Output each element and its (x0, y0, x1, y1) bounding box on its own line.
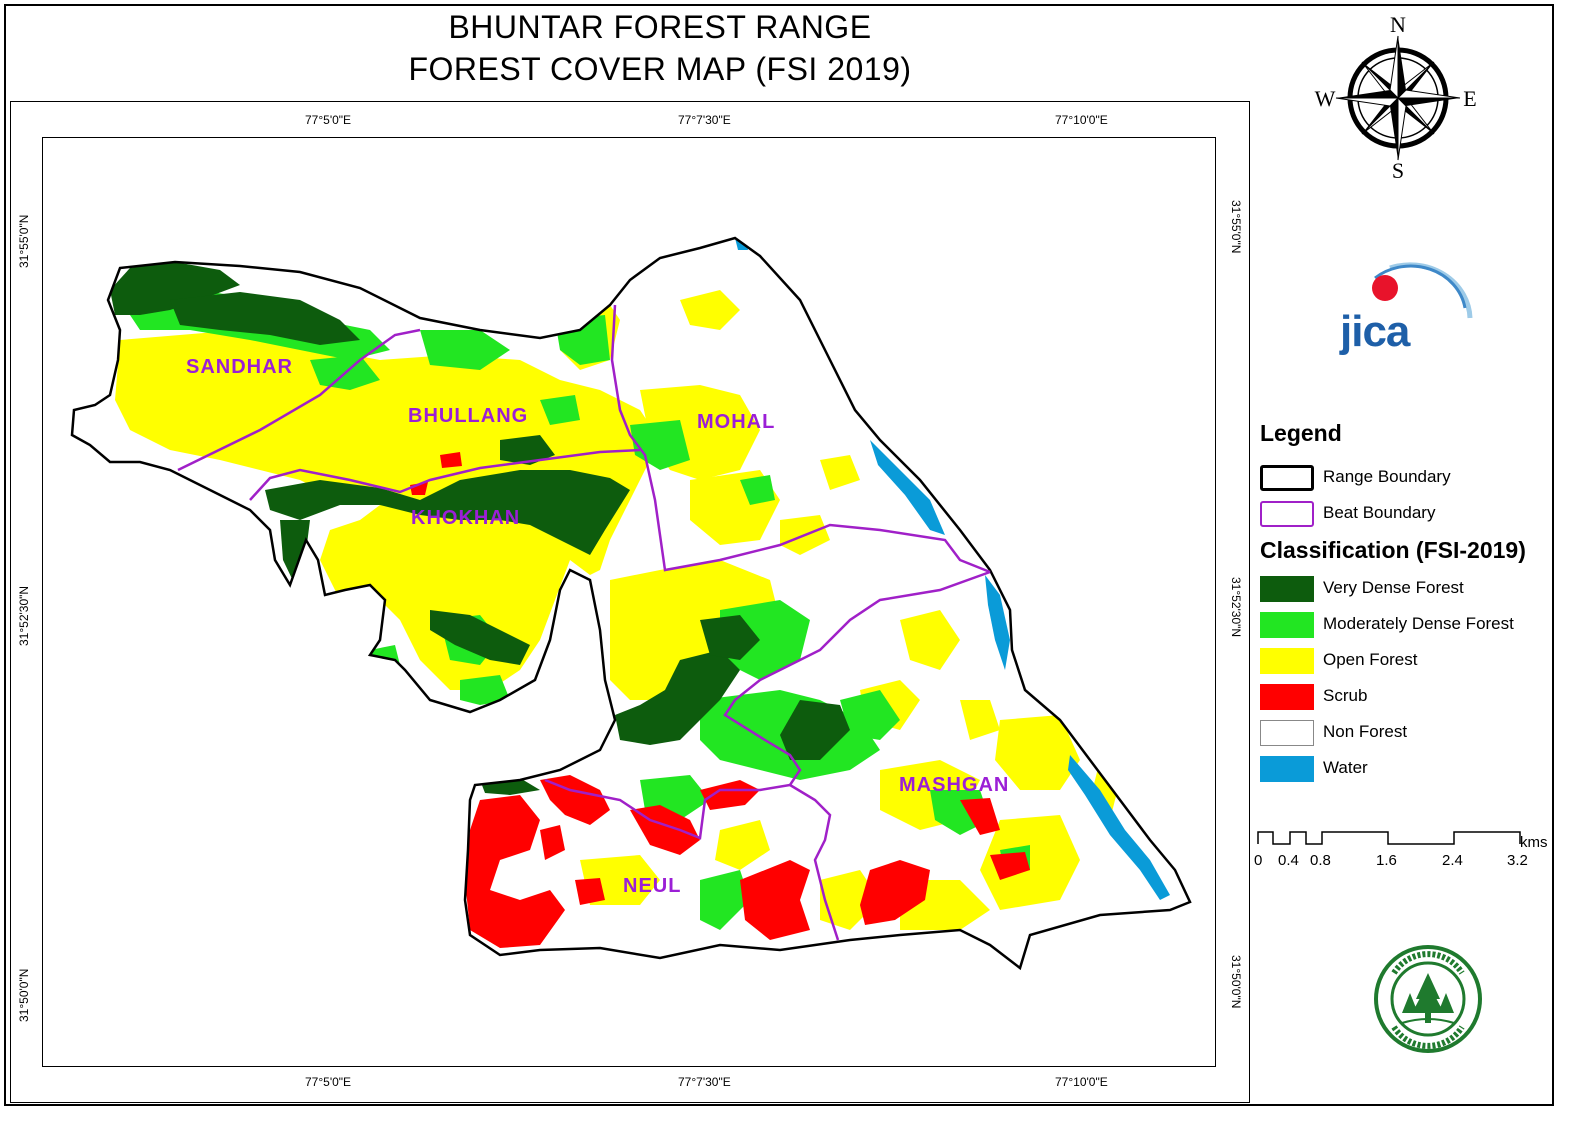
classification-title: Classification (FSI-2019) (1260, 537, 1526, 563)
class-swatch (1260, 720, 1314, 746)
compass-w: W (1315, 86, 1336, 111)
scale-tick: 0.8 (1310, 852, 1331, 869)
legend-class-item: Scrub (1260, 680, 1560, 716)
class-label: Scrub (1323, 686, 1368, 705)
scale-tick: 2.4 (1442, 852, 1463, 869)
legend-label: Beat Boundary (1323, 503, 1436, 522)
legend-item-beat-boundary: Beat Boundary (1260, 497, 1560, 533)
classification-list: Very Dense Forest Moderately Dense Forest… (1260, 572, 1560, 788)
compass-s: S (1392, 158, 1404, 182)
scale-tick: 3.2 (1507, 852, 1528, 869)
legend-class-item: Non Forest (1260, 716, 1560, 752)
class-label: Open Forest (1323, 650, 1418, 669)
legend-title: Legend (1260, 420, 1342, 446)
beat-label-mashgan: MASHGAN (899, 774, 1009, 796)
range-boundary-swatch (1260, 465, 1314, 491)
class-label: Very Dense Forest (1323, 578, 1464, 597)
legend-class-item: Very Dense Forest (1260, 572, 1560, 608)
scale-bar: kms 0 0.4 0.8 1.6 2.4 3.2 (1252, 826, 1552, 876)
beat-boundary-swatch (1260, 501, 1314, 527)
forest-department-emblem-icon (1374, 945, 1482, 1053)
legend-class-item: Open Forest (1260, 644, 1560, 680)
jica-logo-icon: jica (1339, 262, 1473, 356)
legend-class-item: Moderately Dense Forest (1260, 608, 1560, 644)
legend-item-range-boundary: Range Boundary (1260, 461, 1560, 497)
legend-class-item: Water (1260, 752, 1560, 788)
scale-tick: 0.4 (1278, 852, 1299, 869)
scale-unit: kms (1520, 834, 1548, 851)
beat-label-mohal: MOHAL (697, 411, 775, 433)
legend-label: Range Boundary (1323, 467, 1451, 486)
range-area (72, 238, 1190, 968)
class-swatch (1260, 576, 1314, 602)
class-label: Non Forest (1323, 722, 1408, 741)
class-swatch (1260, 612, 1314, 638)
class-label: Moderately Dense Forest (1323, 614, 1514, 633)
beat-label-bhullang: BHULLANG (408, 405, 528, 427)
north-arrow-icon: N S E W (1315, 12, 1477, 182)
beat-label-sandhar: SANDHAR (186, 356, 293, 378)
scale-bar-graphic (1257, 831, 1521, 845)
class-swatch (1260, 684, 1314, 710)
beat-label-khokhan: KHOKHAN (411, 507, 520, 529)
compass-n: N (1390, 12, 1406, 37)
beat-label-neul: NEUL (623, 875, 681, 897)
scale-tick: 0 (1254, 852, 1263, 869)
class-label: Water (1323, 758, 1368, 777)
scale-tick: 1.6 (1376, 852, 1397, 869)
class-swatch (1260, 648, 1314, 674)
compass-e: E (1463, 86, 1476, 111)
svg-text:jica: jica (1339, 307, 1411, 356)
legend: Legend Range Boundary Beat Boundary Clas… (1260, 420, 1560, 788)
class-swatch (1260, 756, 1314, 782)
